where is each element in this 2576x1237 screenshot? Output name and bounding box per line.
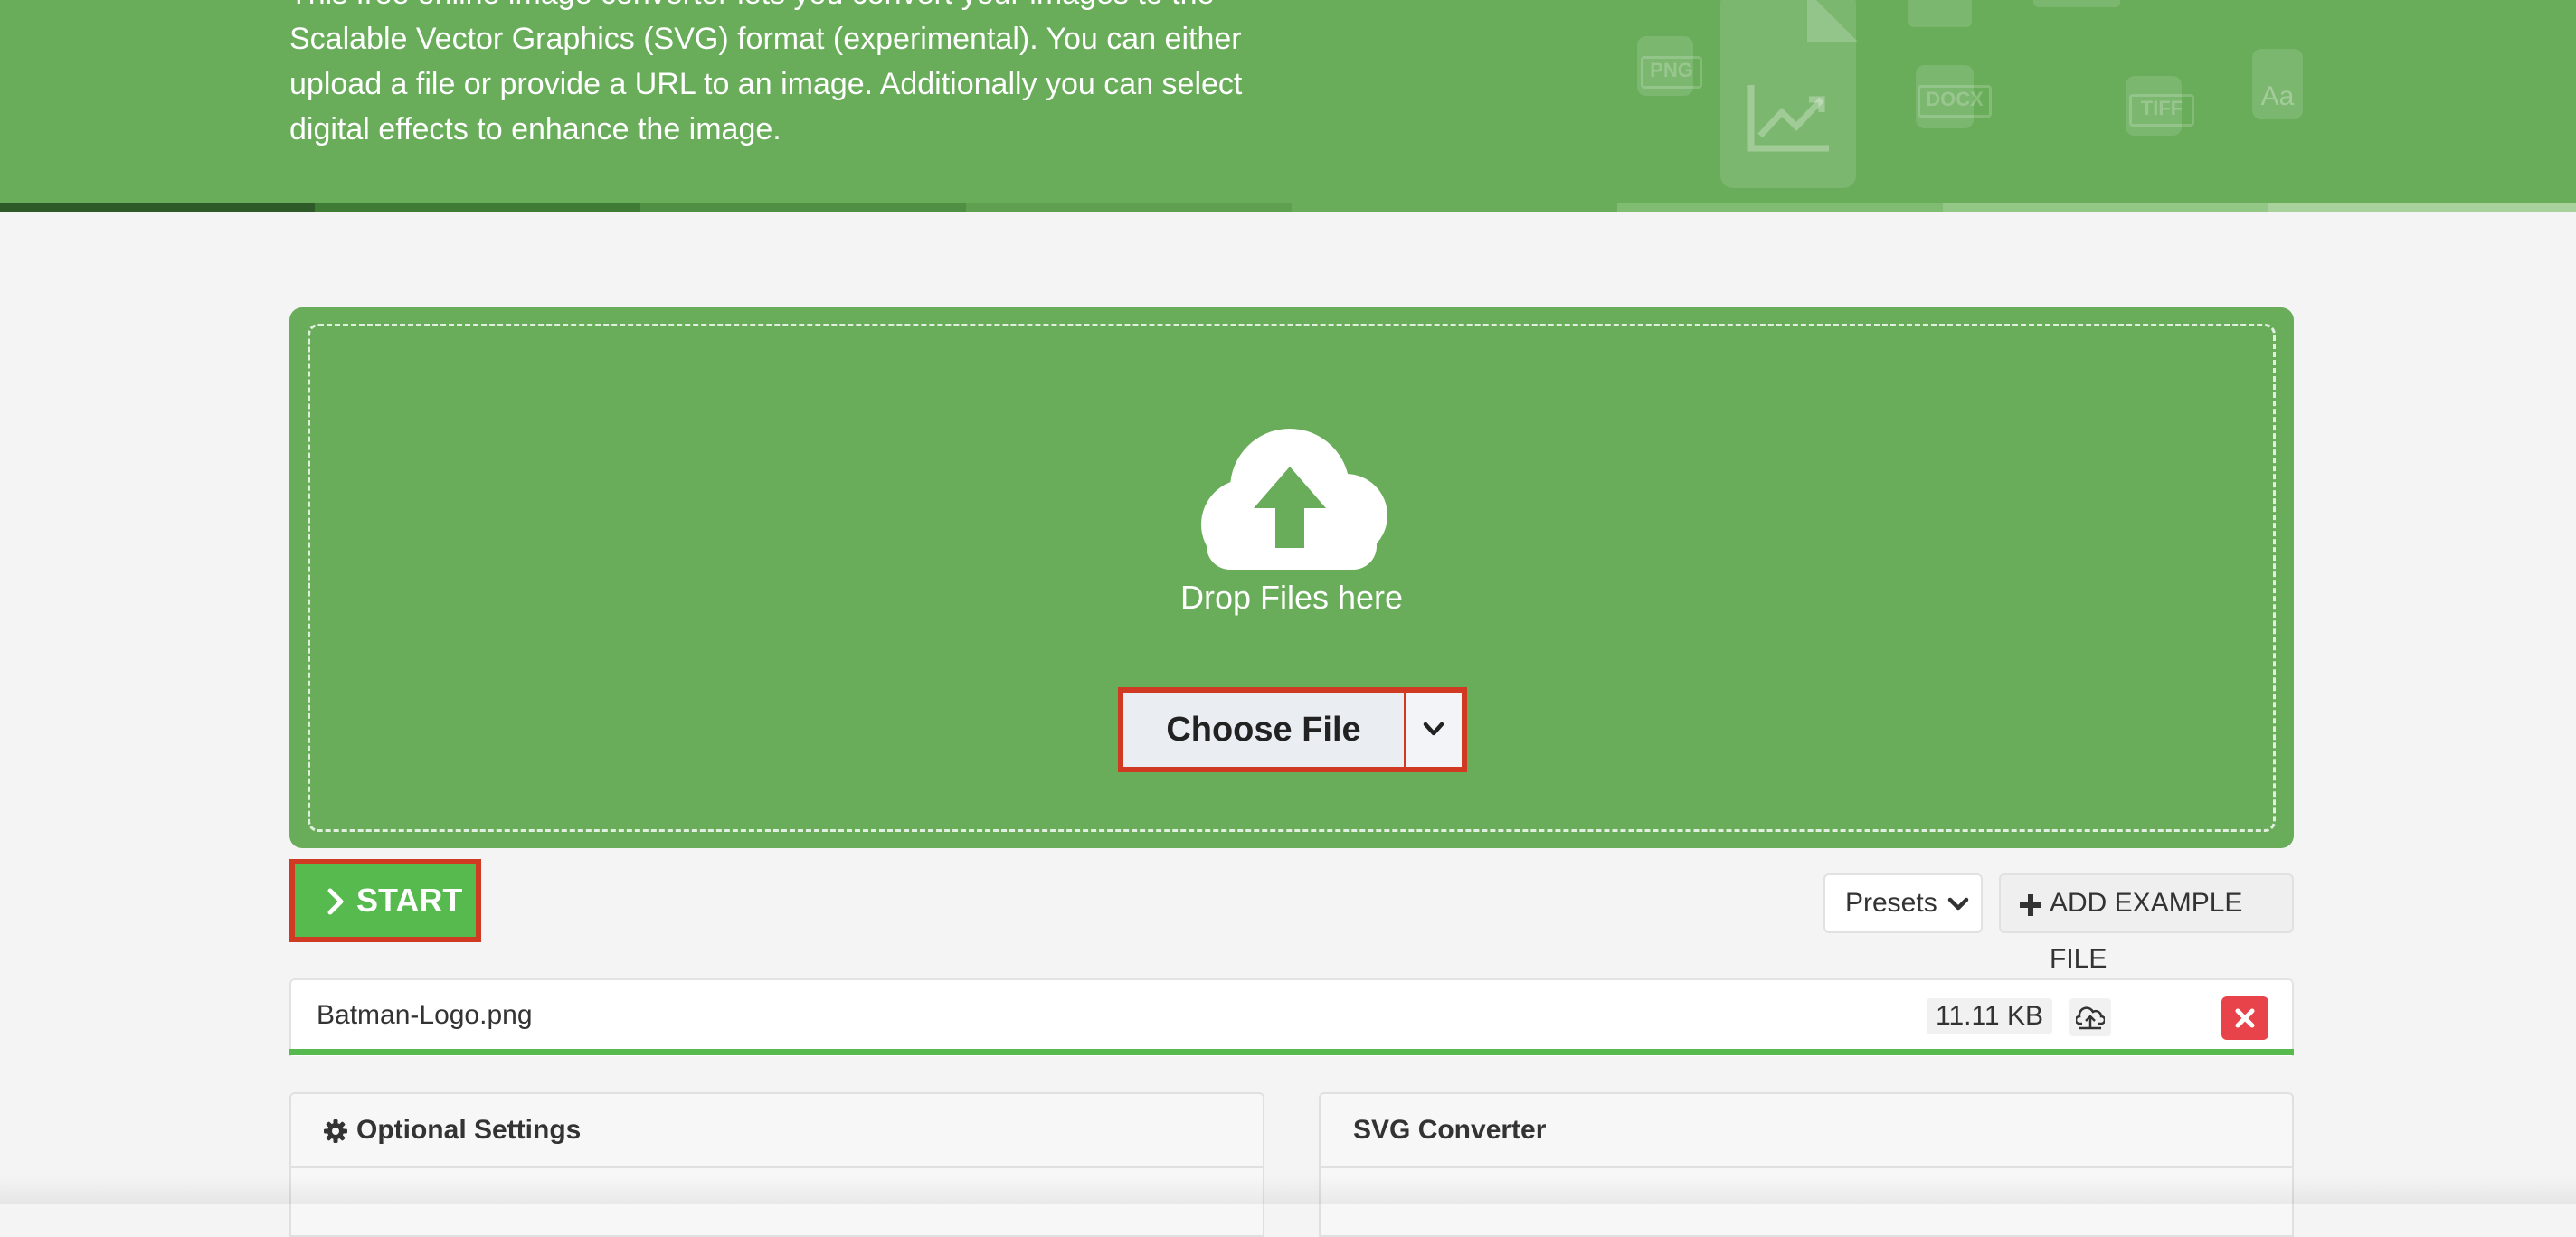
- file-name: Batman-Logo.png: [317, 1000, 533, 1030]
- hero-header: This free online image converter lets yo…: [0, 0, 2576, 212]
- add-example-file-label: ADD EXAMPLE FILE: [2050, 888, 2243, 974]
- decor-font-file-icon: Aa: [2252, 49, 2303, 119]
- optional-settings-panel: Optional Settings: [289, 1092, 1264, 1237]
- decor-tiff-label: TIFF: [2129, 94, 2194, 127]
- start-label: START: [356, 882, 463, 919]
- decor-docx-file-icon: DOCX: [1916, 65, 1992, 128]
- chevron-down-icon: [1947, 897, 1969, 911]
- file-progress-bar: [289, 1049, 2294, 1055]
- decor-font-glyph: Aa: [2260, 81, 2295, 111]
- decor-printer-icon: [1908, 0, 1972, 27]
- remove-file-button[interactable]: [2221, 996, 2268, 1040]
- cloud-upload-icon: [2076, 1006, 2105, 1030]
- cloud-upload-icon: [1201, 429, 1387, 570]
- decor-png-label: PNG: [1641, 56, 1702, 89]
- add-example-file-button[interactable]: ADD EXAMPLE FILE: [1999, 873, 2294, 974]
- svg-converter-title: SVG Converter: [1353, 1115, 1547, 1145]
- choose-file-dropdown-toggle[interactable]: [1406, 693, 1462, 767]
- bottom-shadow: [0, 1176, 2576, 1204]
- close-icon: [2235, 1008, 2255, 1028]
- plus-icon: [2020, 894, 2041, 916]
- decor-tiff-file-icon: TIFF: [2126, 76, 2194, 136]
- presets-button[interactable]: Presets: [1823, 873, 1983, 933]
- file-row: Batman-Logo.png 11.11 KB: [289, 978, 2294, 1056]
- decor-docx-label: DOCX: [1918, 85, 1992, 118]
- gear-icon: [324, 1119, 347, 1143]
- choose-file-button[interactable]: Choose File: [1123, 693, 1404, 767]
- intro-text: This free online image converter lets yo…: [289, 0, 1243, 146]
- chevron-right-icon: [327, 888, 344, 915]
- start-button[interactable]: START: [295, 864, 476, 937]
- presets-label: Presets: [1845, 888, 1937, 918]
- decor-rect-icon: [2033, 0, 2120, 7]
- drop-files-text: Drop Files here: [1179, 579, 1404, 616]
- header-stripe: [0, 203, 2576, 212]
- decor-png-file-icon: PNG: [1637, 36, 1702, 96]
- svg-converter-panel: SVG Converter: [1319, 1092, 2294, 1237]
- decor-chart-file-icon: [1720, 0, 1858, 188]
- chevron-down-icon: [1423, 722, 1444, 736]
- choose-file-highlight: Choose File: [1118, 687, 1467, 772]
- svg-converter-header: SVG Converter: [1321, 1094, 2292, 1168]
- optional-settings-title: Optional Settings: [356, 1115, 582, 1145]
- upload-to-cloud-button[interactable]: [2069, 998, 2111, 1036]
- file-size-badge: 11.11 KB: [1927, 998, 2052, 1034]
- optional-settings-header[interactable]: Optional Settings: [291, 1094, 1263, 1168]
- start-highlight: START: [289, 859, 481, 942]
- file-dropzone[interactable]: Drop Files here Choose File: [289, 307, 2294, 848]
